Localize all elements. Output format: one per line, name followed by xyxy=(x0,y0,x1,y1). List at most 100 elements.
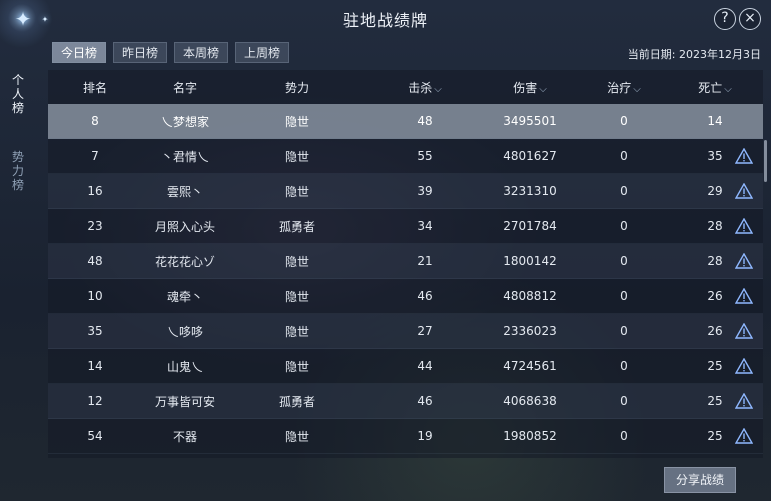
warning-icon[interactable] xyxy=(735,358,753,374)
cell-kills: 39 xyxy=(417,184,433,198)
current-date: 当前日期: 2023年12月3日 xyxy=(627,48,761,61)
cell-kills: 55 xyxy=(417,149,433,163)
cell-kills: 19 xyxy=(417,429,433,443)
window-title: 驻地战绩牌 xyxy=(342,11,428,30)
help-button[interactable]: ? xyxy=(714,8,736,30)
cell-damage: 2336023 xyxy=(503,324,557,338)
cell-name: 花花花心ゾ xyxy=(154,254,215,269)
cell-name: 月照入心头 xyxy=(154,219,215,234)
col-rank: 排名 xyxy=(82,80,107,95)
cell-rank: 12 xyxy=(87,394,103,408)
table-row-self[interactable]: 8 乀梦想家 隐世 48 3495501 0 14 xyxy=(48,104,763,139)
warning-icon[interactable] xyxy=(735,218,753,234)
table-row[interactable]: 48 花花花心ゾ 隐世 21 1800142 0 28 xyxy=(48,244,763,279)
col-kills-label: 击杀 xyxy=(408,80,433,95)
sort-chevron-icon: ⌵ xyxy=(724,83,732,95)
cell-kills: 46 xyxy=(417,289,433,303)
cell-kills: 44 xyxy=(417,359,433,373)
table-header: 排名 名字 势力 击杀 ⌵ 伤害 ⌵ 治疗 ⌵ 死亡 ⌵ xyxy=(48,70,763,104)
cell-kills: 48 xyxy=(417,114,433,128)
table-row[interactable]: 10 魂牵丶 隐世 46 4808812 0 26 xyxy=(48,279,763,314)
col-heal-label: 治疗 xyxy=(607,80,632,95)
help-icon: ? xyxy=(721,10,729,26)
cell-damage: 3231310 xyxy=(503,184,557,198)
table-row[interactable]: 35 乀哆哆 隐世 27 2336023 0 26 xyxy=(48,314,763,349)
share-button[interactable]: 分享战绩 xyxy=(664,467,736,493)
table-row[interactable]: 12 万事皆可安 孤勇者 46 4068638 0 25 xyxy=(48,384,763,419)
cell-name: 万事皆可安 xyxy=(154,394,215,409)
cell-faction: 隐世 xyxy=(284,184,309,199)
cell-heal: 0 xyxy=(620,394,628,408)
cell-rank: 48 xyxy=(87,254,103,268)
tab-this-week[interactable]: 本周榜 xyxy=(174,42,229,63)
col-damage-label: 伤害 xyxy=(513,80,538,95)
cell-rank: 54 xyxy=(87,429,103,443)
cell-damage: 1980852 xyxy=(503,429,557,443)
tab-yesterday[interactable]: 昨日榜 xyxy=(113,42,168,63)
table-row[interactable]: 16 雲熙丶 隐世 39 3231310 0 29 xyxy=(48,174,763,209)
cell-faction: 隐世 xyxy=(284,149,309,164)
cell-kills: 27 xyxy=(417,324,433,338)
cell-heal: 0 xyxy=(620,149,628,163)
table-row[interactable]: 54 不器 隐世 19 1980852 0 25 xyxy=(48,419,763,454)
table-row[interactable]: 14 山鬼乀 隐世 44 4724561 0 25 xyxy=(48,349,763,384)
close-button[interactable]: × xyxy=(739,8,761,30)
tab-today[interactable]: 今日榜 xyxy=(52,42,107,63)
cell-damage: 2701784 xyxy=(503,219,557,233)
col-deaths-label: 死亡 xyxy=(698,80,723,95)
cell-damage: 3495501 xyxy=(503,114,557,128)
warning-icon[interactable] xyxy=(735,148,753,164)
scrollbar-thumb[interactable] xyxy=(764,140,767,182)
cell-name: 雲熙丶 xyxy=(166,184,203,199)
cell-faction: 隐世 xyxy=(284,254,309,269)
cell-heal: 0 xyxy=(620,359,628,373)
col-kills[interactable]: 击杀 ⌵ xyxy=(366,79,484,96)
title-bar: 驻地战绩牌 xyxy=(0,0,771,38)
warning-icon[interactable] xyxy=(735,183,753,199)
col-deaths[interactable]: 死亡 ⌵ xyxy=(672,79,758,96)
cell-heal: 0 xyxy=(620,429,628,443)
cell-faction: 隐世 xyxy=(284,429,309,444)
cell-rank: 14 xyxy=(87,359,103,373)
warning-icon[interactable] xyxy=(735,323,753,339)
cell-damage: 4724561 xyxy=(503,359,557,373)
cell-rank: 23 xyxy=(87,219,103,233)
side-tab-faction[interactable]: 势力榜 xyxy=(8,150,28,192)
warning-icon[interactable] xyxy=(735,393,753,409)
table-row[interactable]: 23 月照入心头 孤勇者 34 2701784 0 28 xyxy=(48,209,763,244)
warning-icon[interactable] xyxy=(735,428,753,444)
cell-name: 魂牵丶 xyxy=(166,289,203,304)
cell-faction: 隐世 xyxy=(284,359,309,374)
cell-damage: 4801627 xyxy=(503,149,557,163)
cell-name: 丶君情乀 xyxy=(160,149,209,164)
col-name: 名字 xyxy=(172,80,197,95)
side-tab-personal[interactable]: 个人榜 xyxy=(8,73,28,115)
col-damage[interactable]: 伤害 ⌵ xyxy=(484,79,576,96)
side-tab-label: 势力榜 xyxy=(11,150,24,192)
cell-faction: 隐世 xyxy=(284,114,309,129)
cell-rank: 10 xyxy=(87,289,103,303)
col-faction: 势力 xyxy=(284,80,309,95)
cell-damage: 4808812 xyxy=(503,289,557,303)
warning-icon[interactable] xyxy=(735,288,753,304)
side-tab-label: 个人榜 xyxy=(11,73,24,115)
cell-faction: 隐世 xyxy=(284,324,309,339)
col-heal[interactable]: 治疗 ⌵ xyxy=(576,79,672,96)
cell-name: 不器 xyxy=(172,429,197,444)
cell-name: 乀梦想家 xyxy=(160,114,209,129)
cell-heal: 0 xyxy=(620,184,628,198)
sort-chevron-icon: ⌵ xyxy=(633,83,641,95)
cell-kills: 21 xyxy=(417,254,433,268)
cell-rank: 8 xyxy=(91,114,99,128)
cell-heal: 0 xyxy=(620,219,628,233)
leaderboard-table: 排名 名字 势力 击杀 ⌵ 伤害 ⌵ 治疗 ⌵ 死亡 ⌵ 8 乀梦想家 隐世 48 349550… xyxy=(48,70,763,458)
cell-rank: 7 xyxy=(91,149,99,163)
warning-icon[interactable] xyxy=(735,253,753,269)
cell-damage: 1800142 xyxy=(503,254,557,268)
cell-kills: 34 xyxy=(417,219,433,233)
sort-chevron-icon: ⌵ xyxy=(434,83,442,95)
cell-rank: 16 xyxy=(87,184,103,198)
cell-kills: 46 xyxy=(417,394,433,408)
table-row[interactable]: 7 丶君情乀 隐世 55 4801627 0 35 xyxy=(48,139,763,174)
tab-last-week[interactable]: 上周榜 xyxy=(235,42,290,63)
